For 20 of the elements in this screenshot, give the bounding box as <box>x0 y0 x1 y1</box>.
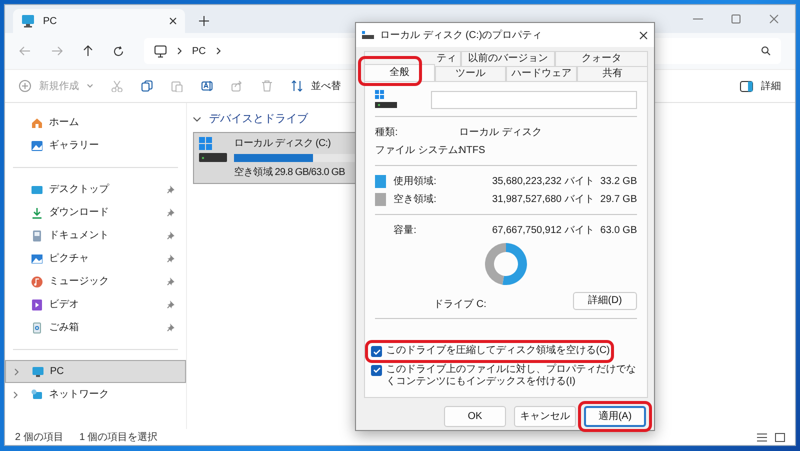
usage-label: 空き領域: <box>394 192 438 207</box>
info-value: ローカル ディスク <box>459 126 542 140</box>
dialog-title: ローカル ディスク (C:)のプロパティ <box>380 28 544 42</box>
drive-free-space: 空き領域 29.8 GB/63.0 GB <box>234 166 345 180</box>
status-text: 2 個の項目 <box>15 430 64 444</box>
byte-count: 35,680,223,232 バイト <box>492 174 594 189</box>
status-text: 1 個の項目を選択 <box>79 430 158 444</box>
size-value: 63.0 GB <box>599 224 637 238</box>
drive-name: ローカル ディスク (C:) <box>234 136 331 150</box>
size-value: 29.7 GB <box>599 192 637 207</box>
size-value: 33.2 GB <box>599 174 637 189</box>
drive-label: ドライブ C: <box>432 298 488 312</box>
byte-count: 67,667,750,912 バイト <box>492 224 594 238</box>
checkbox-label: このドライブを圧縮してディスク領域を空ける(C) <box>386 345 610 358</box>
byte-count: 31,987,527,680 バイト <box>492 192 594 207</box>
section-header: デバイスとドライブ <box>209 112 308 127</box>
info-value: NTFS <box>459 144 486 158</box>
checkbox-label: このドライブ上のファイルに対し、プロパティだけでなくコンテンツにもインデックスを付ける(I) <box>386 364 637 389</box>
tab-title: PC <box>43 14 58 28</box>
usage-label: 容量: <box>394 224 418 238</box>
